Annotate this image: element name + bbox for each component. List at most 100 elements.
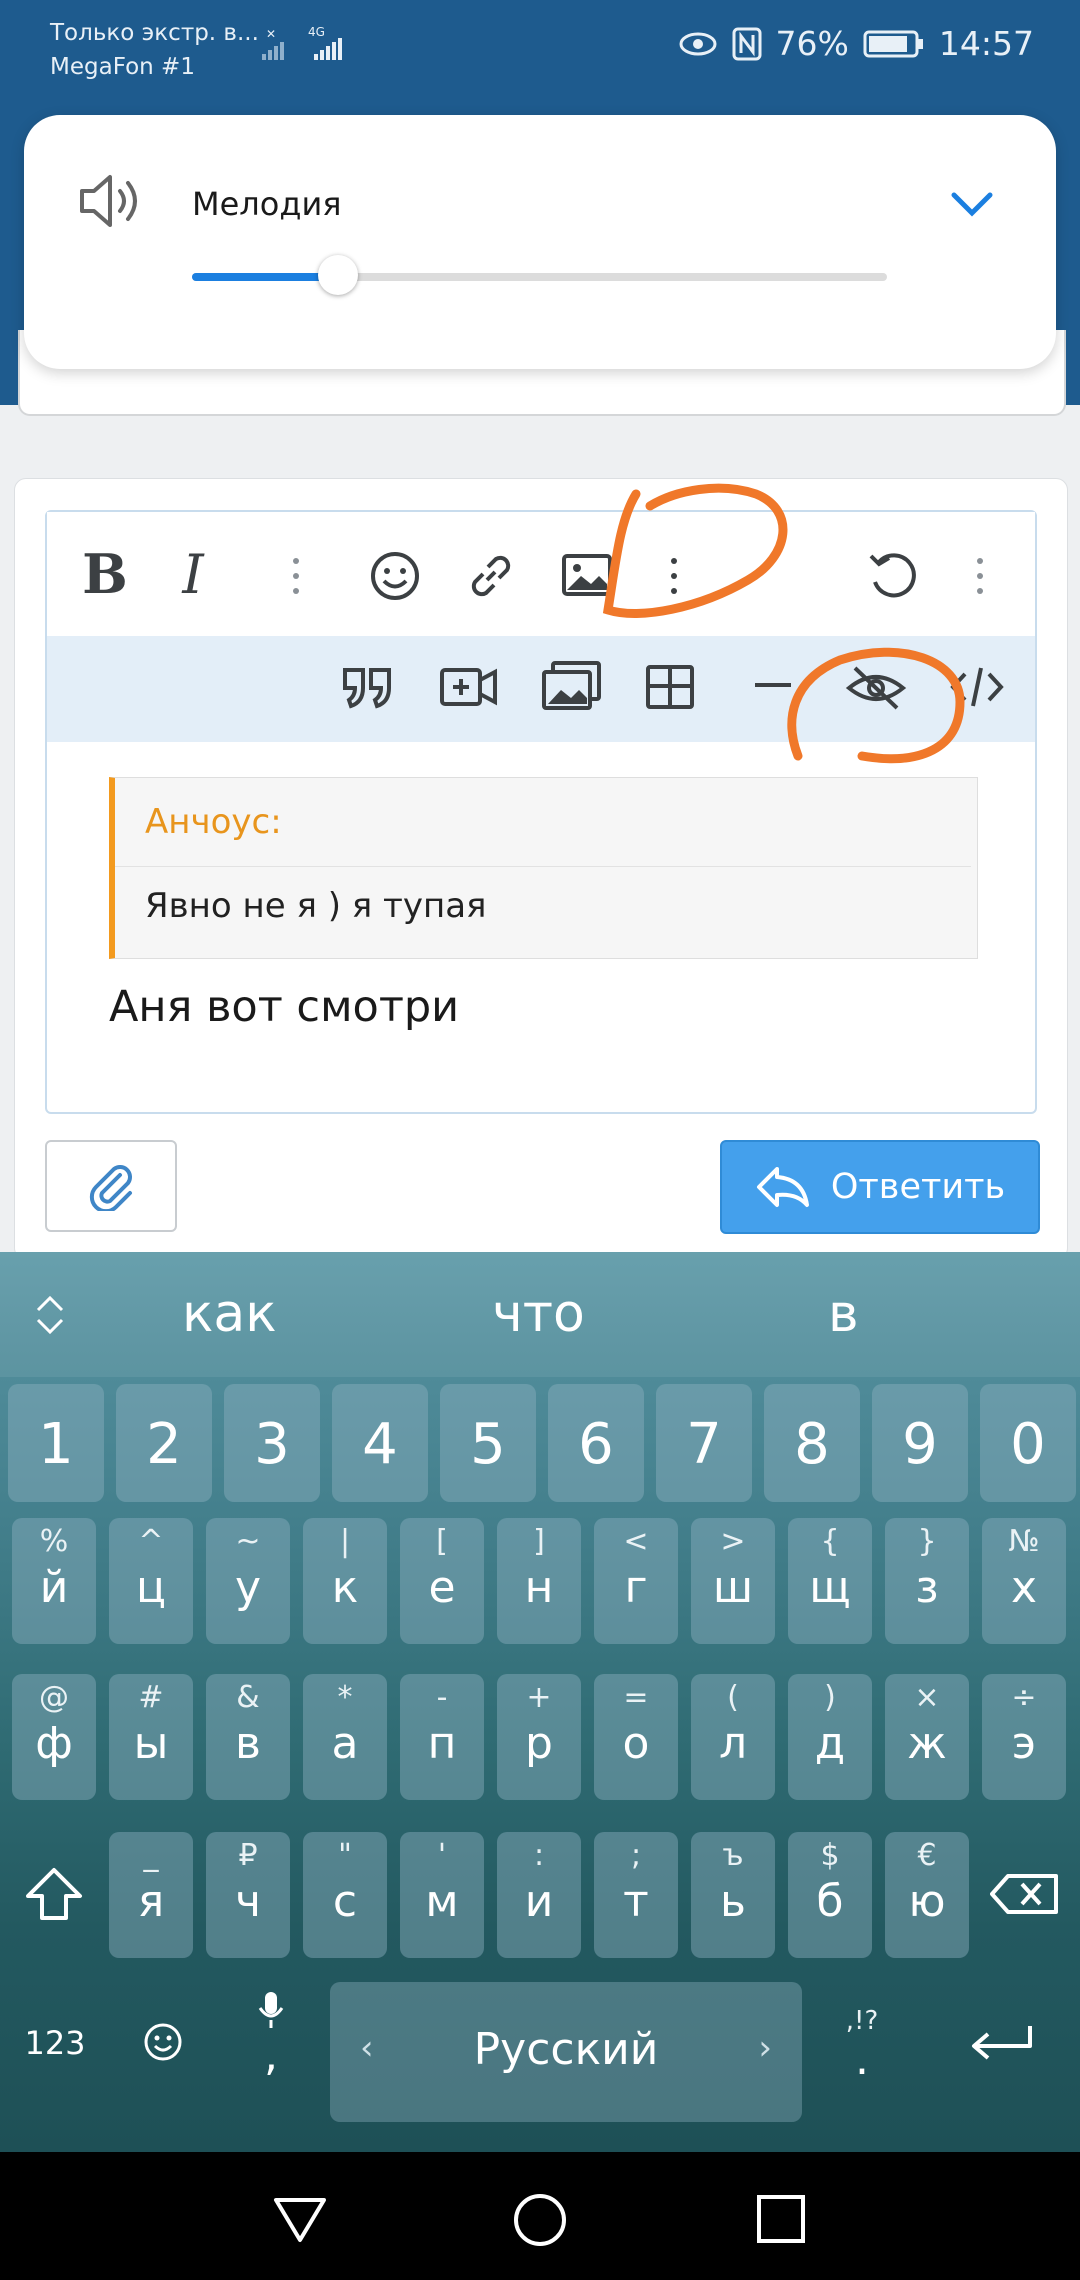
key-6[interactable]: 6 <box>548 1384 644 1502</box>
key-alt-label: - <box>436 1680 448 1715</box>
key-0[interactable]: 0 <box>980 1384 1076 1502</box>
key-1[interactable]: 1 <box>8 1384 104 1502</box>
shift-key[interactable] <box>12 1832 96 1958</box>
gallery-icon[interactable] <box>541 660 603 710</box>
key-в[interactable]: & в <box>206 1674 290 1800</box>
emoji-key[interactable] <box>118 1982 208 2102</box>
key-п[interactable]: -п <box>400 1674 484 1800</box>
suggestion-3[interactable]: в <box>828 1284 859 1344</box>
backspace-key[interactable] <box>982 1832 1070 1958</box>
code-icon[interactable] <box>949 662 1005 712</box>
key-7[interactable]: 7 <box>656 1384 752 1502</box>
key-9[interactable]: 9 <box>872 1384 968 1502</box>
key-4[interactable]: 4 <box>332 1384 428 1502</box>
key-ж[interactable]: × ж <box>885 1674 969 1800</box>
key-2[interactable]: 2 <box>116 1384 212 1502</box>
key-г[interactable]: < г <box>594 1518 678 1644</box>
italic-icon[interactable]: I <box>165 543 221 606</box>
quote-icon[interactable] <box>339 664 397 710</box>
key-label: э <box>1011 1718 1037 1769</box>
key-м[interactable]: ' м <box>400 1832 484 1958</box>
more-vertical-icon[interactable] <box>671 558 677 594</box>
quote-author[interactable]: Анчоус: <box>145 802 282 842</box>
key-label: т <box>623 1876 649 1927</box>
image-icon[interactable] <box>561 552 613 598</box>
key-р[interactable]: + р <box>497 1674 581 1800</box>
video-icon[interactable] <box>439 664 499 710</box>
key-ч[interactable]: ₽ ч <box>206 1832 290 1958</box>
link-icon[interactable] <box>465 550 517 602</box>
key-alt-label: ÷ <box>1011 1680 1037 1715</box>
key-е[interactable]: [е <box>400 1518 484 1644</box>
table-icon[interactable] <box>645 664 695 710</box>
key-д[interactable]: ) д <box>788 1674 872 1800</box>
key-з[interactable]: } з <box>885 1518 969 1644</box>
key-х[interactable]: № х <box>982 1518 1066 1644</box>
key-8[interactable]: 8 <box>764 1384 860 1502</box>
attach-button[interactable] <box>45 1140 177 1232</box>
key-5[interactable]: 5 <box>440 1384 536 1502</box>
more-vertical-icon[interactable] <box>977 558 983 594</box>
space-key[interactable]: ‹ Русский › <box>330 1982 802 2122</box>
key-т[interactable]: ; т <box>594 1832 678 1958</box>
key-3[interactable]: 3 <box>224 1384 320 1502</box>
suggestion-1[interactable]: как <box>182 1284 277 1344</box>
key-л[interactable]: (л <box>691 1674 775 1800</box>
enter-key[interactable] <box>942 1982 1060 2102</box>
status-right: 76% 14:57 <box>678 24 1034 63</box>
key-щ[interactable]: {щ <box>788 1518 872 1644</box>
key-ф[interactable]: @ ф <box>12 1674 96 1800</box>
key-б[interactable]: $ б <box>788 1832 872 1958</box>
key-н[interactable]: ] н <box>497 1518 581 1644</box>
key-ш[interactable]: > ш <box>691 1518 775 1644</box>
key-ы[interactable]: # ы <box>109 1674 193 1800</box>
message-text[interactable]: Аня вот смотри <box>109 982 459 1032</box>
suggestion-2[interactable]: что <box>492 1284 585 1344</box>
key-и[interactable]: :и <box>497 1832 581 1958</box>
chevron-down-icon[interactable] <box>948 189 996 219</box>
expand-suggestions-icon[interactable] <box>32 1292 68 1338</box>
home-icon[interactable] <box>512 2192 568 2248</box>
recents-icon[interactable] <box>756 2194 806 2244</box>
key-alt-label: } <box>917 1524 937 1559</box>
punctuation-key[interactable]: ,!?. <box>814 1982 910 2102</box>
key-й[interactable]: % й <box>12 1518 96 1644</box>
more-vertical-icon[interactable] <box>293 558 299 594</box>
volume-thumb[interactable] <box>317 255 358 295</box>
undo-icon[interactable] <box>865 550 921 602</box>
key-label: 9 <box>902 1412 938 1477</box>
volume-slider[interactable] <box>192 255 887 295</box>
spoiler-hide-icon[interactable] <box>845 664 907 712</box>
key-ц[interactable]: ^ ц <box>109 1518 193 1644</box>
key-alt-label: [ <box>436 1524 448 1559</box>
back-icon[interactable] <box>272 2196 328 2244</box>
key-э[interactable]: ÷ э <box>982 1674 1066 1800</box>
battery-percent: 76% <box>775 24 849 63</box>
key-к[interactable]: | к <box>303 1518 387 1644</box>
key-alt-label: % <box>39 1524 69 1559</box>
horizontal-rule-icon[interactable] <box>753 680 793 690</box>
key-с[interactable]: " с <box>303 1832 387 1958</box>
key-alt-label: @ <box>39 1680 69 1715</box>
key-alt-label: > <box>720 1524 746 1559</box>
sim2-label: MegaFon #1 <box>50 54 195 80</box>
mode-123-key[interactable]: 123 <box>10 1982 100 2102</box>
microphone-icon <box>258 1992 284 2028</box>
smile-icon[interactable] <box>369 550 421 602</box>
shift-icon <box>26 1868 82 1920</box>
suggestion-bar: как что в <box>0 1252 1080 1377</box>
key-ю[interactable]: € ю <box>885 1832 969 1958</box>
voice-comma-key[interactable]: , <box>226 1982 316 2102</box>
key-alt-label: # <box>138 1680 164 1715</box>
key-label: с <box>332 1876 358 1927</box>
key-а[interactable]: * а <box>303 1674 387 1800</box>
key-ь[interactable]: ъь <box>691 1832 775 1958</box>
key-у[interactable]: ~ у <box>206 1518 290 1644</box>
key-о[interactable]: = о <box>594 1674 678 1800</box>
key-label: р <box>525 1718 553 1769</box>
bold-icon[interactable]: B <box>77 542 133 606</box>
key-alt-label: { <box>820 1524 840 1559</box>
reply-button[interactable]: Ответить <box>720 1140 1040 1234</box>
punct-bottom-label: . <box>855 2034 869 2085</box>
key-я[interactable]: _ я <box>109 1832 193 1958</box>
